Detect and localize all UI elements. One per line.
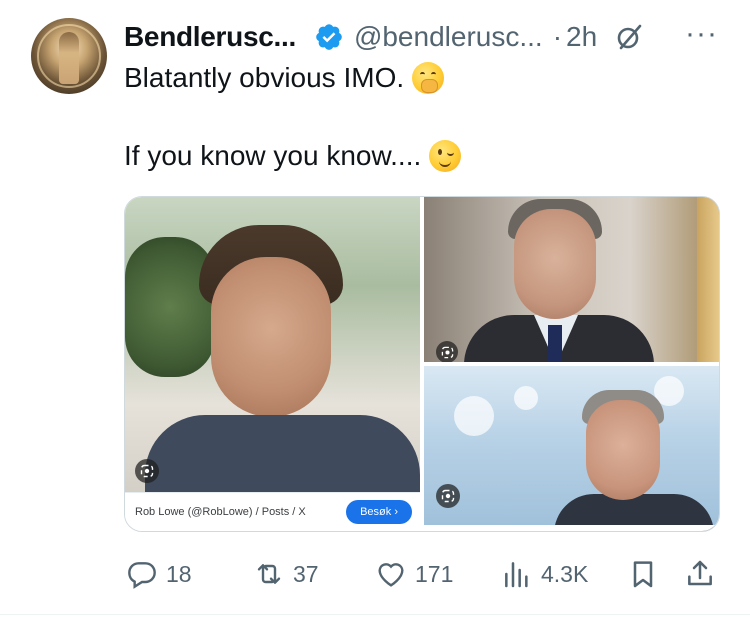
lens-search-icon[interactable] xyxy=(436,341,458,362)
image-caption-bar: Rob Lowe (@RobLowe) / Posts / X Besøk › xyxy=(125,492,420,531)
reply-count: 18 xyxy=(166,560,192,587)
lens-search-icon[interactable] xyxy=(135,459,159,483)
lens-search-icon[interactable] xyxy=(436,484,460,508)
share-icon xyxy=(688,560,712,586)
reply-icon xyxy=(128,562,156,589)
like-button[interactable]: 171 xyxy=(375,556,453,592)
media-image-left[interactable]: Rob Lowe (@RobLowe) / Posts / X Besøk › xyxy=(125,197,420,531)
author-name[interactable]: Bendlerusc... xyxy=(124,21,296,53)
views-count: 4.3K xyxy=(541,560,589,587)
avatar[interactable] xyxy=(31,18,107,94)
photo-portrait-man xyxy=(125,197,420,495)
tweet-header: Bendlerusc... @bendlerusc... · 2h xyxy=(124,20,645,54)
winking-face-emoji-icon xyxy=(429,140,462,172)
bookmark-button[interactable] xyxy=(627,556,659,592)
image-caption[interactable]: Rob Lowe (@RobLowe) / Posts / X xyxy=(135,506,306,518)
post-text-line-2: If you know you know.... xyxy=(124,140,462,172)
media-image-top-right[interactable] xyxy=(424,197,719,362)
grok-icon[interactable] xyxy=(613,21,645,53)
avatar-figure xyxy=(59,32,79,84)
post-time[interactable]: 2h xyxy=(566,21,597,53)
repost-button[interactable]: 37 xyxy=(253,556,319,592)
views-button[interactable]: 4.3K xyxy=(501,556,588,592)
repost-count: 37 xyxy=(293,560,319,587)
photo-man-office xyxy=(424,366,719,531)
views-chart-icon xyxy=(505,562,528,588)
more-options-button[interactable]: ··· xyxy=(685,19,718,49)
action-bar: 18 37 171 4.3K xyxy=(0,556,750,592)
tweet-divider xyxy=(0,614,750,615)
heart-icon xyxy=(378,563,404,587)
repost-icon xyxy=(257,564,281,584)
media-image-bottom-right[interactable] xyxy=(424,366,719,531)
verified-badge-icon xyxy=(316,24,342,50)
share-button[interactable] xyxy=(684,556,716,592)
bookmark-icon xyxy=(633,561,653,588)
author-handle[interactable]: @bendlerusc... xyxy=(354,21,543,53)
media-grid[interactable]: Rob Lowe (@RobLowe) / Posts / X Besøk › xyxy=(124,196,720,532)
post-text: If you know you know.... xyxy=(124,140,422,171)
photo-man-in-suit xyxy=(424,197,719,362)
reply-button[interactable]: 18 xyxy=(126,556,192,592)
hand-over-mouth-emoji-icon xyxy=(412,62,445,94)
like-count: 171 xyxy=(415,560,454,587)
header-separator: · xyxy=(552,21,563,52)
post-text-line-1: Blatantly obvious IMO. xyxy=(124,62,445,94)
visit-button[interactable]: Besøk › xyxy=(346,500,412,524)
post-text: Blatantly obvious IMO. xyxy=(124,62,405,93)
